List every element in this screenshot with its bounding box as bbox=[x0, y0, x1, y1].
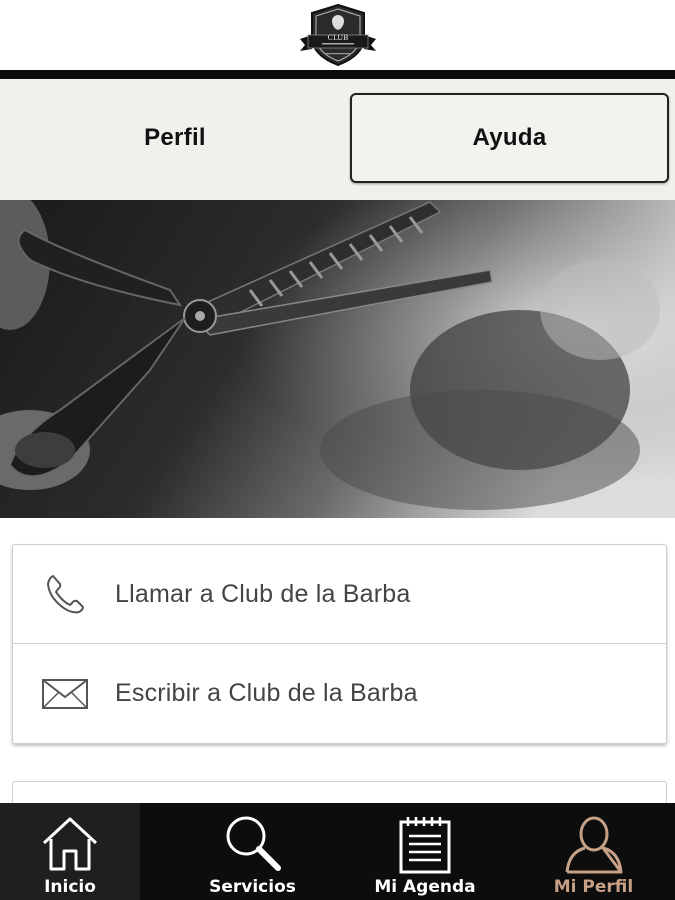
nav-servicios-label: Servicios bbox=[209, 877, 296, 897]
contact-card: Llamar a Club de la Barba Escribir a Clu… bbox=[12, 544, 667, 744]
tab-ayuda[interactable]: Ayuda bbox=[350, 93, 669, 183]
agenda-icon bbox=[393, 813, 457, 875]
email-label: Escribir a Club de la Barba bbox=[115, 679, 418, 707]
nav-agenda-label: Mi Agenda bbox=[374, 877, 476, 897]
envelope-icon bbox=[41, 670, 89, 718]
app-header: CLUB bbox=[0, 0, 675, 70]
nav-servicios[interactable]: Servicios bbox=[165, 803, 340, 900]
bottom-navigation: Inicio Servicios Mi Agenda Mi Perfil bbox=[0, 803, 675, 900]
profile-tabs: Perfil Ayuda bbox=[0, 79, 675, 200]
nav-mi-perfil-label: Mi Perfil bbox=[553, 877, 634, 897]
barber-scissors-photo bbox=[0, 200, 675, 518]
tab-perfil[interactable]: Perfil bbox=[5, 93, 345, 183]
header-divider bbox=[0, 70, 675, 79]
nav-agenda[interactable]: Mi Agenda bbox=[340, 803, 510, 900]
home-icon bbox=[38, 813, 102, 875]
nav-mi-perfil[interactable]: Mi Perfil bbox=[512, 803, 675, 900]
search-icon bbox=[221, 813, 285, 875]
nav-inicio-label: Inicio bbox=[44, 877, 96, 897]
user-icon bbox=[562, 813, 626, 875]
svg-text:CLUB: CLUB bbox=[328, 34, 349, 42]
email-row[interactable]: Escribir a Club de la Barba bbox=[13, 644, 666, 743]
phone-icon bbox=[41, 570, 89, 618]
club-barber-shield-logo: CLUB bbox=[300, 3, 376, 67]
nav-inicio[interactable]: Inicio bbox=[0, 803, 140, 900]
call-label: Llamar a Club de la Barba bbox=[115, 579, 411, 608]
call-row[interactable]: Llamar a Club de la Barba bbox=[13, 545, 666, 644]
